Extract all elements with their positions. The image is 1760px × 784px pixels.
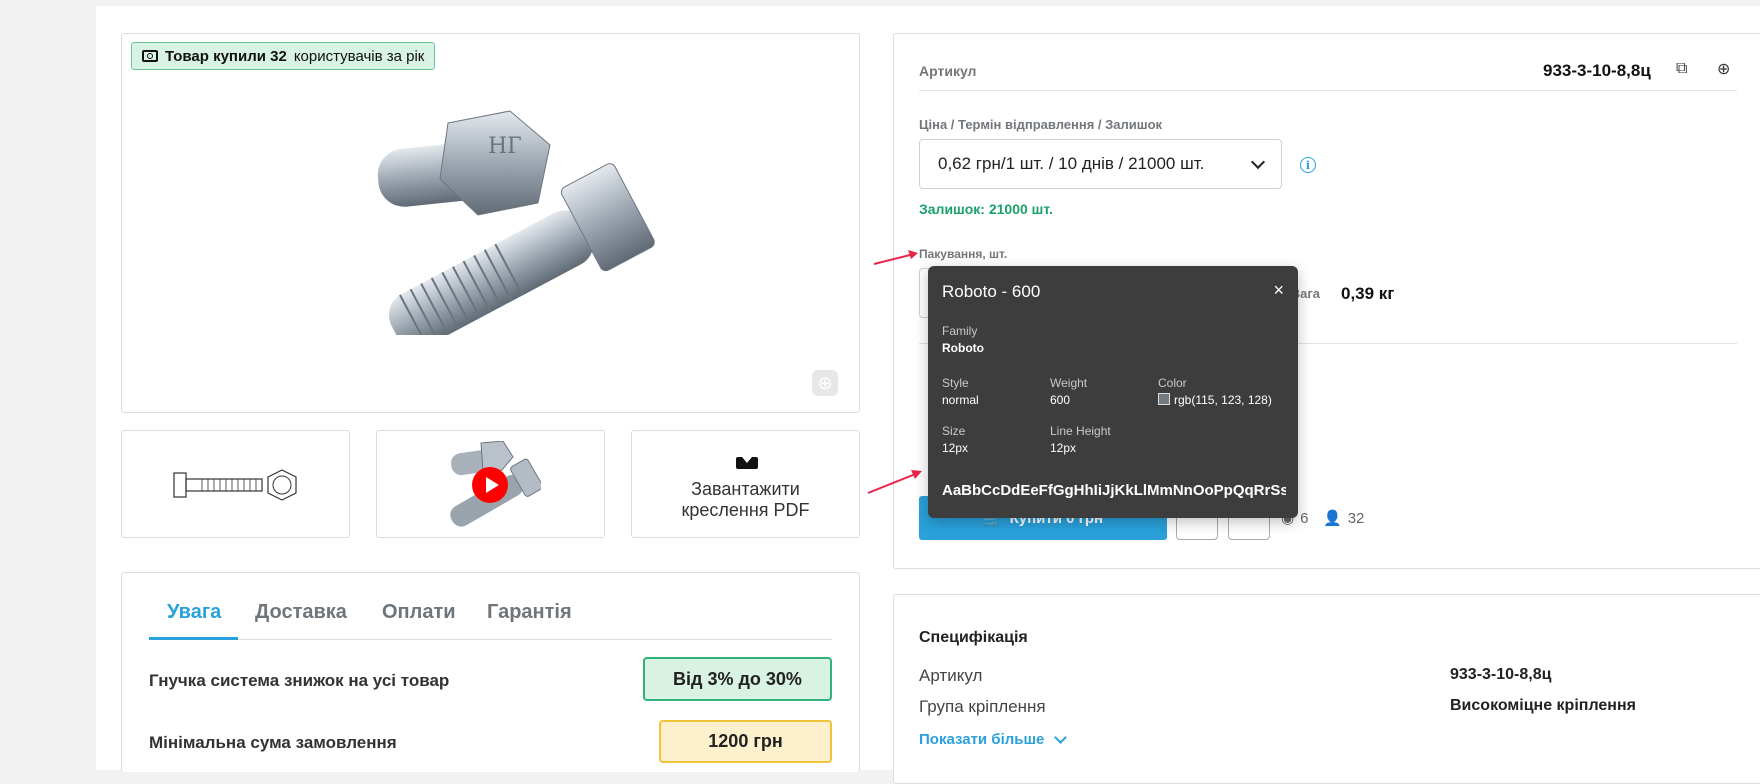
specification-card [893,594,1760,784]
font-sample-text: AaBbCcDdEeFfGgHhIiJjKkLlMmNnOoPpQqRrSsTt… [942,482,1286,499]
bolt-drawing-icon [173,469,297,501]
thumbnail-video[interactable] [376,430,605,538]
copy-icon[interactable]: ⧉ [1676,60,1687,78]
annotation-arrow-2 [867,470,922,494]
badge-suffix: користувачів за рік [293,47,425,65]
color-value-row: rgb(115, 123, 128) [1158,393,1272,407]
info-icon[interactable]: i [1300,157,1316,173]
family-label: Family [942,324,978,338]
tab-warranty[interactable]: Гарантія [487,601,572,624]
price-label: Ціна / Термін відправлення / Залишок [919,117,1163,132]
spec-value-sku: 933-3-10-8,8ц [1450,666,1552,683]
product-image-bolts: НГ [377,110,655,335]
show-more-link[interactable]: Показати більше [919,730,1068,748]
discount-value-badge: Від 3% до 30% [643,657,832,701]
style-label: Style [942,376,969,390]
svg-text:НГ: НГ [488,134,522,159]
font-inspector-tooltip: Roboto - 600 × Family Roboto Style norma… [928,266,1298,518]
chevron-down-icon [1054,730,1068,744]
discount-label: Гнучка система знижок на усі товар [149,671,450,690]
download-label-line1: Завантажити [691,479,800,499]
close-icon[interactable]: × [1273,280,1284,301]
family-value: Roboto [942,341,984,355]
color-swatch [1158,393,1170,405]
sku-value: 933-3-10-8,8ц [1543,61,1651,80]
money-icon [142,50,158,62]
buyers-count: 32 [1347,509,1365,527]
size-value: 12px [942,441,969,455]
price-select-value: 0,62 грн/1 шт. / 10 днів / 21000 шт. [938,154,1205,173]
sku-divider [919,90,1737,91]
price-select[interactable]: 0,62 грн/1 шт. / 10 днів / 21000 шт. [919,139,1282,189]
download-pdf-button[interactable]: Завантажити креслення PDF [631,430,860,538]
buyers-counter: 👤 32 [1323,509,1365,528]
spec-key-sku: Артикул [919,666,983,685]
views-count: 6 [1300,509,1309,527]
min-order-value-badge: 1200 грн [659,720,832,763]
spec-key-group: Група кріплення [919,697,1046,716]
add-compare-icon[interactable]: ⊕ [1717,59,1730,79]
annotation-arrow-1 [873,250,918,265]
tooltip-title: Roboto - 600 [942,282,1041,301]
color-label: Color [1158,376,1187,390]
zoom-icon[interactable]: ⊕ [812,370,838,396]
thumbnail-drawing[interactable] [121,430,350,538]
color-value: rgb(115, 123, 128) [1174,393,1272,407]
show-more-label: Показати більше [919,731,1045,748]
line-height-label: Line Height [1050,424,1111,438]
tab-attention[interactable]: Увага [167,601,221,624]
packaging-label: Пакування, шт. [919,247,1008,261]
active-tab-indicator [149,637,238,640]
min-order-label: Мінімальна сума замовлення [149,733,397,752]
download-label-line2: креслення PDF [681,500,810,520]
stock-text: Залишок: 21000 шт. [919,201,1053,217]
purchase-count-badge: Товар купили 32 користувачів за рік [131,42,436,70]
line-height-value: 12px [1050,441,1077,455]
style-value: normal [942,393,979,407]
user-icon: 👤 [1323,510,1342,527]
chevron-down-icon [1250,154,1266,169]
spec-value-group: Високоміцне кріплення [1450,697,1636,714]
spec-title: Специфікація [919,629,1028,646]
download-icon [736,451,758,469]
play-icon[interactable] [472,467,508,503]
size-label: Size [942,424,966,438]
sku-label: Артикул [919,63,977,79]
tabs-divider [149,639,832,640]
weight-label-tip: Weight [1050,376,1088,390]
weight-value: 0,39 кг [1341,284,1395,303]
weight-value-tip: 600 [1050,393,1071,407]
badge-prefix: Товар купили 32 [165,47,287,65]
tab-delivery[interactable]: Доставка [255,601,347,624]
tab-payment[interactable]: Оплати [382,601,456,624]
